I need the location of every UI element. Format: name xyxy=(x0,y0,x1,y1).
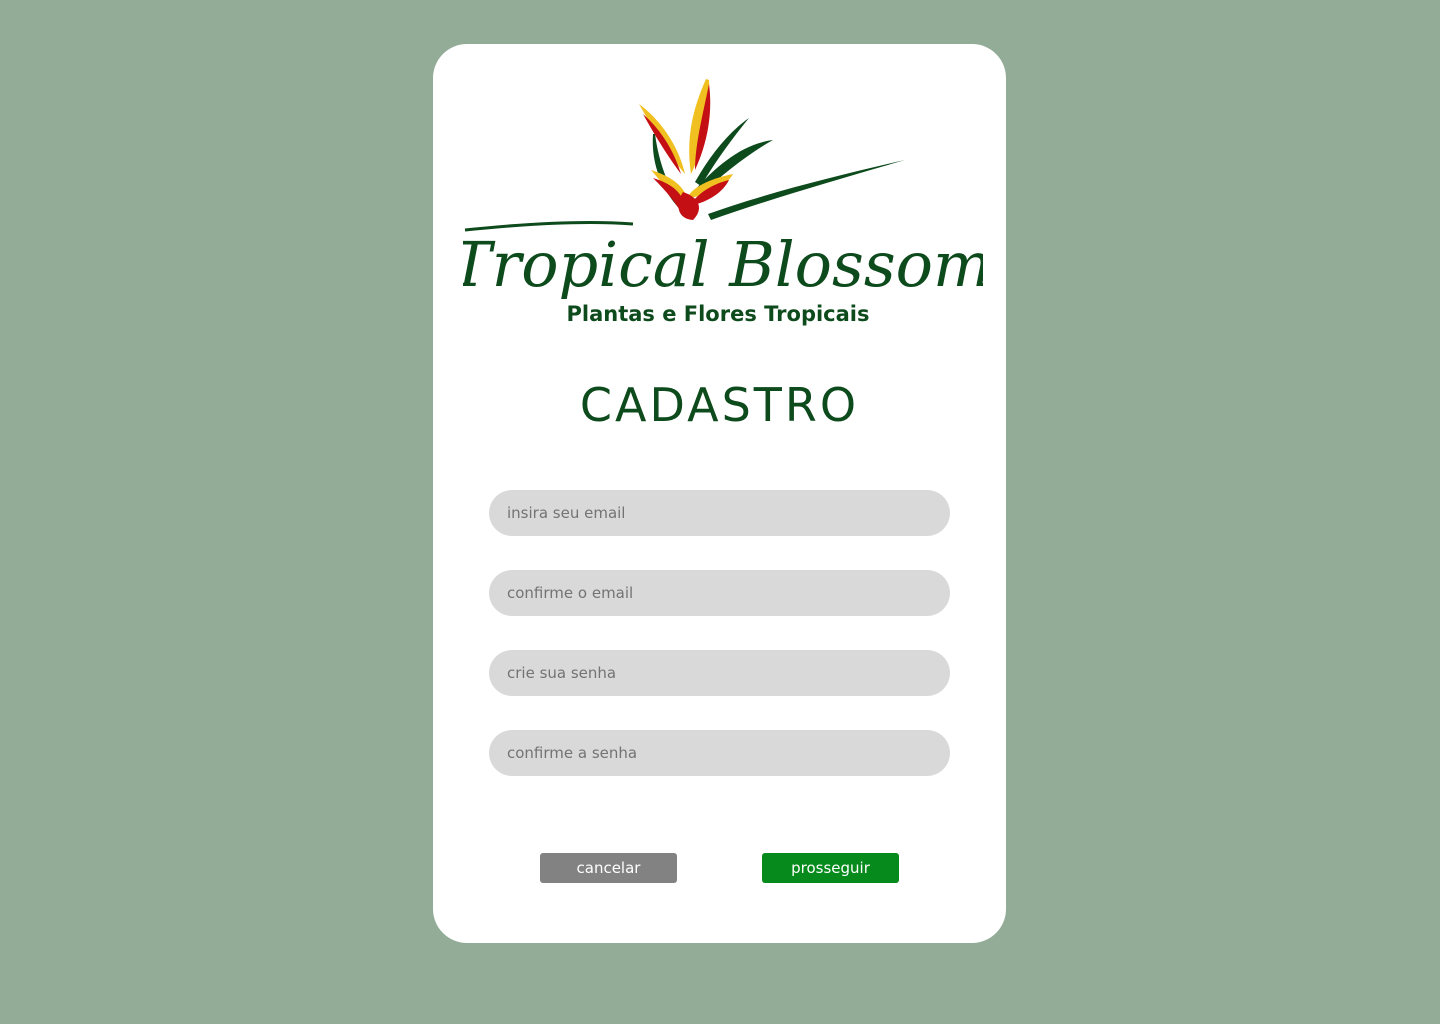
proceed-button[interactable]: prosseguir xyxy=(762,853,899,883)
brand-tagline: Plantas e Flores Tropicais xyxy=(566,302,869,326)
password-input[interactable] xyxy=(489,650,950,696)
signup-card: Tropical Blossom Plantas e Flores Tropic… xyxy=(433,44,1006,943)
tropical-blossom-logo: Tropical Blossom Plantas e Flores Tropic… xyxy=(463,79,983,326)
page-title: CADASTRO xyxy=(579,378,860,432)
email-input[interactable] xyxy=(489,490,950,536)
brand-wordmark: Tropical Blossom xyxy=(463,228,983,301)
cancel-button[interactable]: cancelar xyxy=(540,853,677,883)
confirm-email-input[interactable] xyxy=(489,570,950,616)
confirm-password-input[interactable] xyxy=(489,730,950,776)
leaf-icon xyxy=(708,160,905,220)
